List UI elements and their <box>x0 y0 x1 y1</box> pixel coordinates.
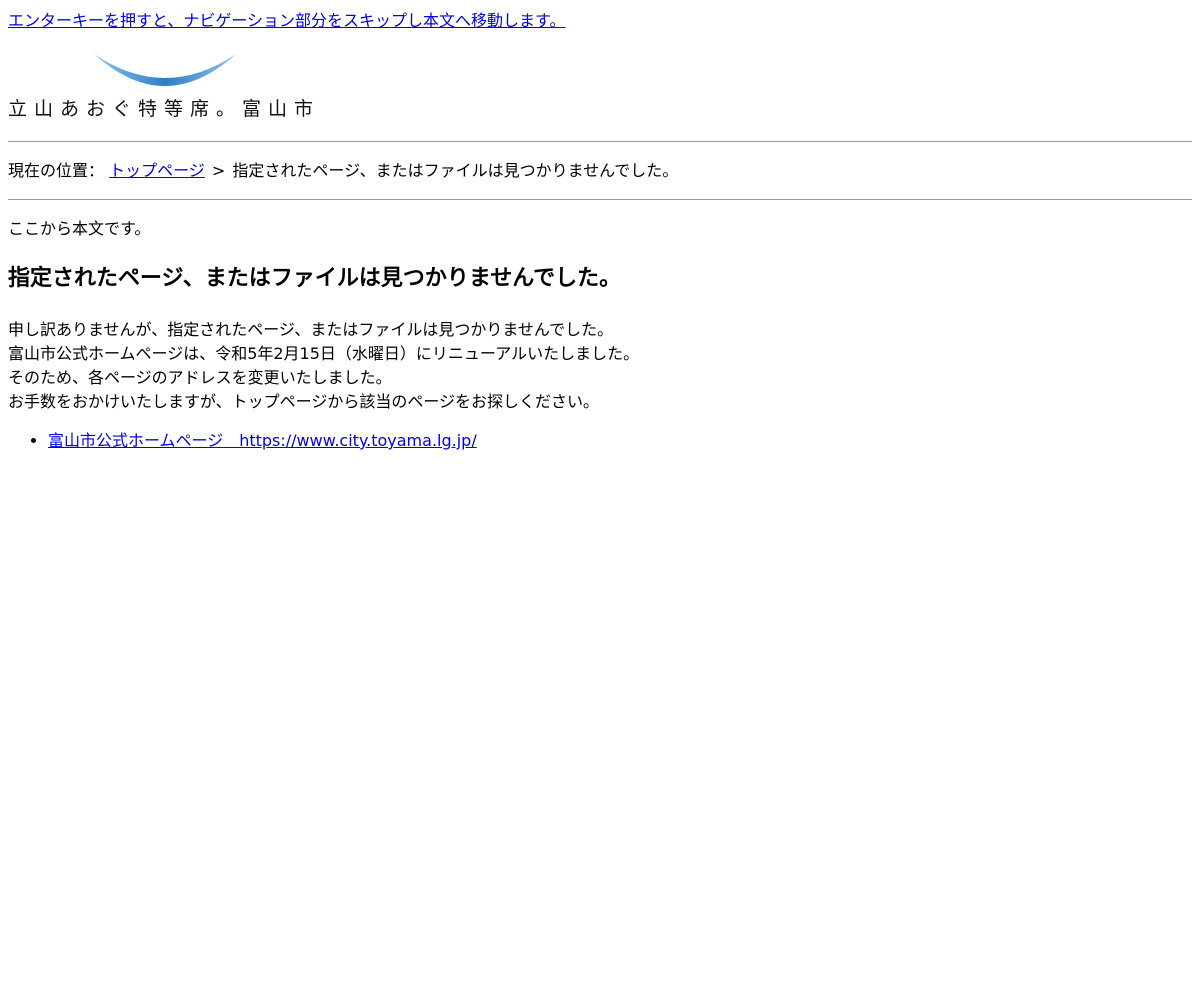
content-start-notice: ここから本文です。 <box>8 219 151 238</box>
logo-arc-icon <box>94 54 236 86</box>
breadcrumb-current: 指定されたページ、またはファイルは見つかりませんでした。 <box>232 161 679 180</box>
site-logo[interactable]: 立山あおぐ特等席。富山市 <box>8 50 328 122</box>
breadcrumb-home-link[interactable]: トップページ <box>109 161 205 180</box>
page: エンターキーを押すと、ナビゲーション部分をスキップし本文へ移動します。 立山あお… <box>0 0 1200 1000</box>
message-line: お手数をおかけいたしますが、トップページから該当のページをお探しください。 <box>8 392 600 411</box>
breadcrumb-prefix: 現在の位置： <box>8 161 105 180</box>
toyama-city-homepage-link[interactable]: 富山市公式ホームページ https://www.city.toyama.lg.j… <box>48 431 477 450</box>
logo-text: 立山あおぐ特等席。富山市 <box>8 98 321 120</box>
breadcrumb-divider <box>8 199 1192 200</box>
message-line: 富山市公式ホームページは、令和5年2月15日（水曜日）にリニューアルいたしました… <box>8 344 640 363</box>
message-line: 申し訳ありませんが、指定されたページ、またはファイルは見つかりませんでした。 <box>8 320 614 339</box>
link-list: 富山市公式ホームページ https://www.city.toyama.lg.j… <box>8 429 477 453</box>
breadcrumb-separator: > <box>211 161 226 180</box>
page-title: 指定されたページ、またはファイルは見つかりませんでした。 <box>8 266 622 291</box>
list-item: 富山市公式ホームページ https://www.city.toyama.lg.j… <box>48 429 477 453</box>
skip-navigation-link[interactable]: エンターキーを押すと、ナビゲーション部分をスキップし本文へ移動します。 <box>8 11 565 31</box>
breadcrumb: 現在の位置： トップページ > 指定されたページ、またはファイルは見つかりません… <box>8 161 678 181</box>
header-divider <box>8 141 1192 142</box>
error-message: 申し訳ありませんが、指定されたページ、またはファイルは見つかりませんでした。 富… <box>8 318 639 414</box>
message-line: そのため、各ページのアドレスを変更いたしました。 <box>8 368 392 387</box>
